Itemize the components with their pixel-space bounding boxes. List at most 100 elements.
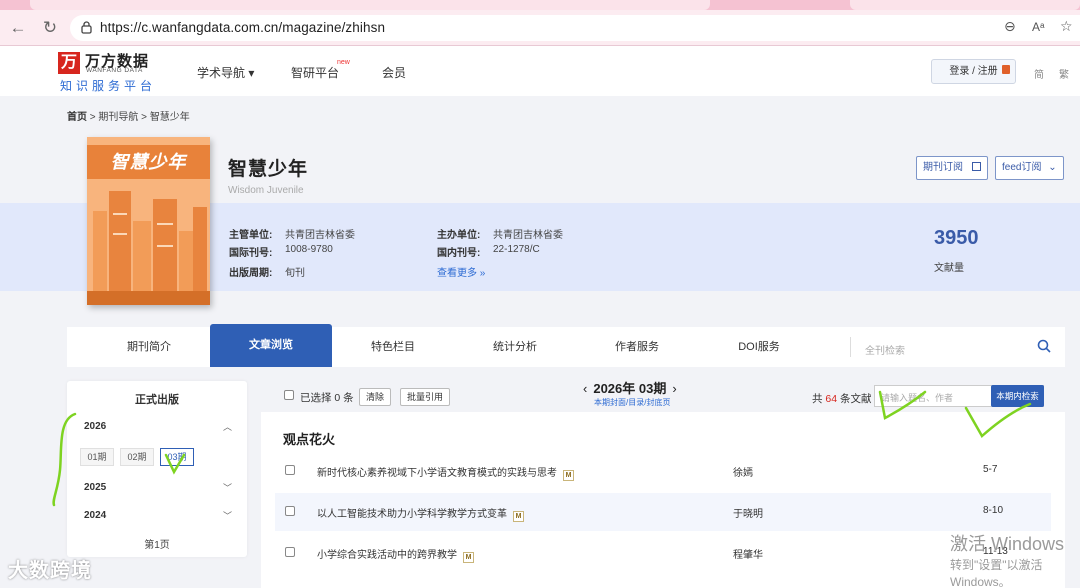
cover-building (93, 211, 107, 291)
article-title[interactable]: 新时代核心素养视域下小学语文教育模式的实践与思考 M (317, 464, 574, 481)
chevron-down-icon[interactable]: ﹀ (223, 505, 232, 527)
issue-title: 2026年 03期 (593, 381, 667, 396)
year-row-2026[interactable]: 2026 ︿ (84, 416, 232, 438)
mobile-badge-icon: M (563, 470, 574, 481)
tab-featured[interactable]: 特色栏目 (335, 327, 451, 367)
table-row[interactable]: 小学综合实践活动中的跨界教学 M 程肇华 11-13 (275, 534, 1051, 572)
issue-search-button[interactable]: 本期内检索 (991, 385, 1044, 407)
cover-window (113, 213, 127, 215)
browser-tab[interactable] (850, 0, 1080, 10)
lang-simplified[interactable]: 简 (1034, 66, 1044, 81)
article-title[interactable]: 小学综合实践活动中的跨界教学 M (317, 546, 474, 563)
page-label[interactable]: 第1页 (67, 536, 247, 551)
arrow-left-icon[interactable]: ← (8, 18, 28, 38)
article-author[interactable]: 徐嫣 (733, 464, 753, 479)
batch-cite-button[interactable]: 批量引用 (400, 388, 451, 406)
total-suffix: 条文献 (837, 393, 872, 405)
browser-tab-strip (0, 0, 1080, 10)
journal-search-input[interactable]: 全刊检索 (865, 342, 905, 357)
row-checkbox[interactable] (285, 506, 295, 516)
issue-search-box[interactable]: 请输入题名、作者 本期内检索 (874, 385, 1044, 407)
issue-button-03[interactable]: 03期 (160, 448, 194, 466)
row-checkbox[interactable] (285, 547, 295, 557)
article-author[interactable]: 于晓明 (733, 505, 763, 520)
clear-button[interactable]: 清除 (359, 388, 392, 406)
issue-button-02[interactable]: 02期 (120, 448, 154, 466)
watermark: 大数跨境 (8, 560, 92, 582)
issue-navigator: ‹ 2026年 03期 › (583, 378, 677, 397)
meta-label-cn: 国内刊号: (437, 248, 481, 259)
table-row[interactable]: 以人工智能技术助力小学科学教学方式变革 M 于晓明 8-10 (275, 493, 1051, 531)
read-aloud-icon[interactable]: Aᵃ (1032, 20, 1044, 34)
tab-intro[interactable]: 期刊简介 (92, 327, 206, 367)
favorite-icon[interactable]: ☆ (1060, 18, 1073, 35)
search-icon[interactable] (1037, 339, 1051, 353)
journal-search[interactable]: 全刊检索 (850, 337, 1051, 357)
zoom-out-icon[interactable]: ⊖ (1004, 18, 1016, 35)
article-title-text[interactable]: 以人工智能技术助力小学科学教学方式变革 (317, 509, 507, 520)
issue-cover-links[interactable]: 本期封面/目录/封底页 (594, 397, 670, 408)
nav-member[interactable]: 会员 (382, 64, 406, 81)
tab-statistics[interactable]: 统计分析 (457, 327, 573, 367)
article-author[interactable]: 程肇华 (733, 546, 763, 561)
year-label: 2026 (84, 421, 107, 432)
browser-tab[interactable] (30, 0, 710, 10)
logo-subtitle: 知识服务平台 (60, 79, 157, 93)
article-pages: 5-7 (983, 464, 998, 475)
cover-building (193, 207, 207, 291)
meta-value-cn: 22-1278/C (493, 244, 540, 255)
year-row-2025[interactable]: 2025 ﹀ (84, 477, 232, 499)
article-title[interactable]: 以人工智能技术助力小学科学教学方式变革 M (317, 505, 524, 522)
nav-academic[interactable]: 学术导航 ▾ (197, 64, 254, 81)
issue-next-icon[interactable]: › (672, 381, 676, 396)
issue-button-01[interactable]: 01期 (80, 448, 114, 466)
url-text[interactable]: https://c.wanfangdata.com.cn/magazine/zh… (100, 20, 385, 35)
breadcrumb-sep: > (138, 112, 150, 123)
year-row-2024[interactable]: 2024 ﹀ (84, 505, 232, 527)
view-more-link[interactable]: 查看更多 » (437, 264, 485, 279)
table-row[interactable]: 新时代核心素养视域下小学语文教育模式的实践与思考 M 徐嫣 5-7 (275, 452, 1051, 490)
row-checkbox[interactable] (285, 465, 295, 475)
year-label: 2025 (84, 482, 107, 493)
select-all-checkbox[interactable] (284, 390, 294, 400)
issue-prev-icon[interactable]: ‹ (583, 381, 587, 396)
journal-subscribe-button[interactable]: 期刊订阅 (916, 156, 988, 180)
mobile-badge-icon: M (513, 511, 524, 522)
logo-en: WANFANG DATA (86, 67, 143, 74)
article-title-text[interactable]: 新时代核心素养视域下小学语文教育模式的实践与思考 (317, 468, 557, 479)
feed-subscribe-button[interactable]: feed订阅 ⌄ (995, 156, 1064, 180)
journal-tabbar: 期刊简介 文章浏览 特色栏目 统计分析 作者服务 DOI服务 全刊检索 (67, 324, 1065, 367)
doc-count: 3950 (934, 227, 979, 249)
meta-label-supervisor: 主管单位: (229, 230, 273, 241)
nav-zhiyan[interactable]: 智研平台 (291, 64, 339, 81)
article-title-text[interactable]: 小学综合实践活动中的跨界教学 (317, 550, 457, 561)
cover-building (133, 221, 151, 291)
lang-traditional[interactable]: 繁 (1059, 66, 1069, 81)
chevron-down-icon[interactable]: ﹀ (223, 477, 232, 499)
tab-doi[interactable]: DOI服务 (701, 327, 817, 367)
breadcrumb-home[interactable]: 首页 (67, 112, 87, 123)
chevron-up-icon[interactable]: ︿ (223, 416, 232, 438)
meta-label-issn: 国际刊号: (229, 248, 273, 259)
section-title: 观点花火 (283, 432, 336, 447)
subscribe-icon (971, 162, 981, 171)
selected-count: 已选择 0 条 (300, 392, 354, 404)
breadcrumb-journals[interactable]: 期刊导航 (98, 112, 138, 123)
cover-window (157, 223, 173, 225)
wanfang-logo-icon[interactable]: 万 (58, 52, 80, 74)
journal-cover[interactable]: 智慧少年 (87, 137, 210, 305)
refresh-icon[interactable]: ↻ (40, 18, 60, 38)
cover-window (113, 233, 127, 235)
url-box[interactable]: https://c.wanfangdata.com.cn/magazine/zh… (70, 15, 1080, 41)
windows-activation-sub: 转到"设置"以激活 Windows。 (950, 558, 1043, 588)
meta-value-supervisor: 共青团吉林省委 (285, 230, 355, 241)
tab-browse[interactable]: 文章浏览 (210, 324, 332, 367)
breadcrumb: 首页 > 期刊导航 > 智慧少年 (67, 108, 190, 123)
issue-search-input[interactable]: 请输入题名、作者 (881, 391, 953, 404)
meta-label-sponsor: 主办单位: (437, 230, 481, 241)
breadcrumb-current: 智慧少年 (149, 112, 190, 123)
cover-ground (87, 291, 210, 305)
login-button[interactable]: 登录 / 注册 (931, 59, 1016, 84)
journal-title: 智慧少年 (228, 159, 309, 180)
tab-author[interactable]: 作者服务 (579, 327, 695, 367)
